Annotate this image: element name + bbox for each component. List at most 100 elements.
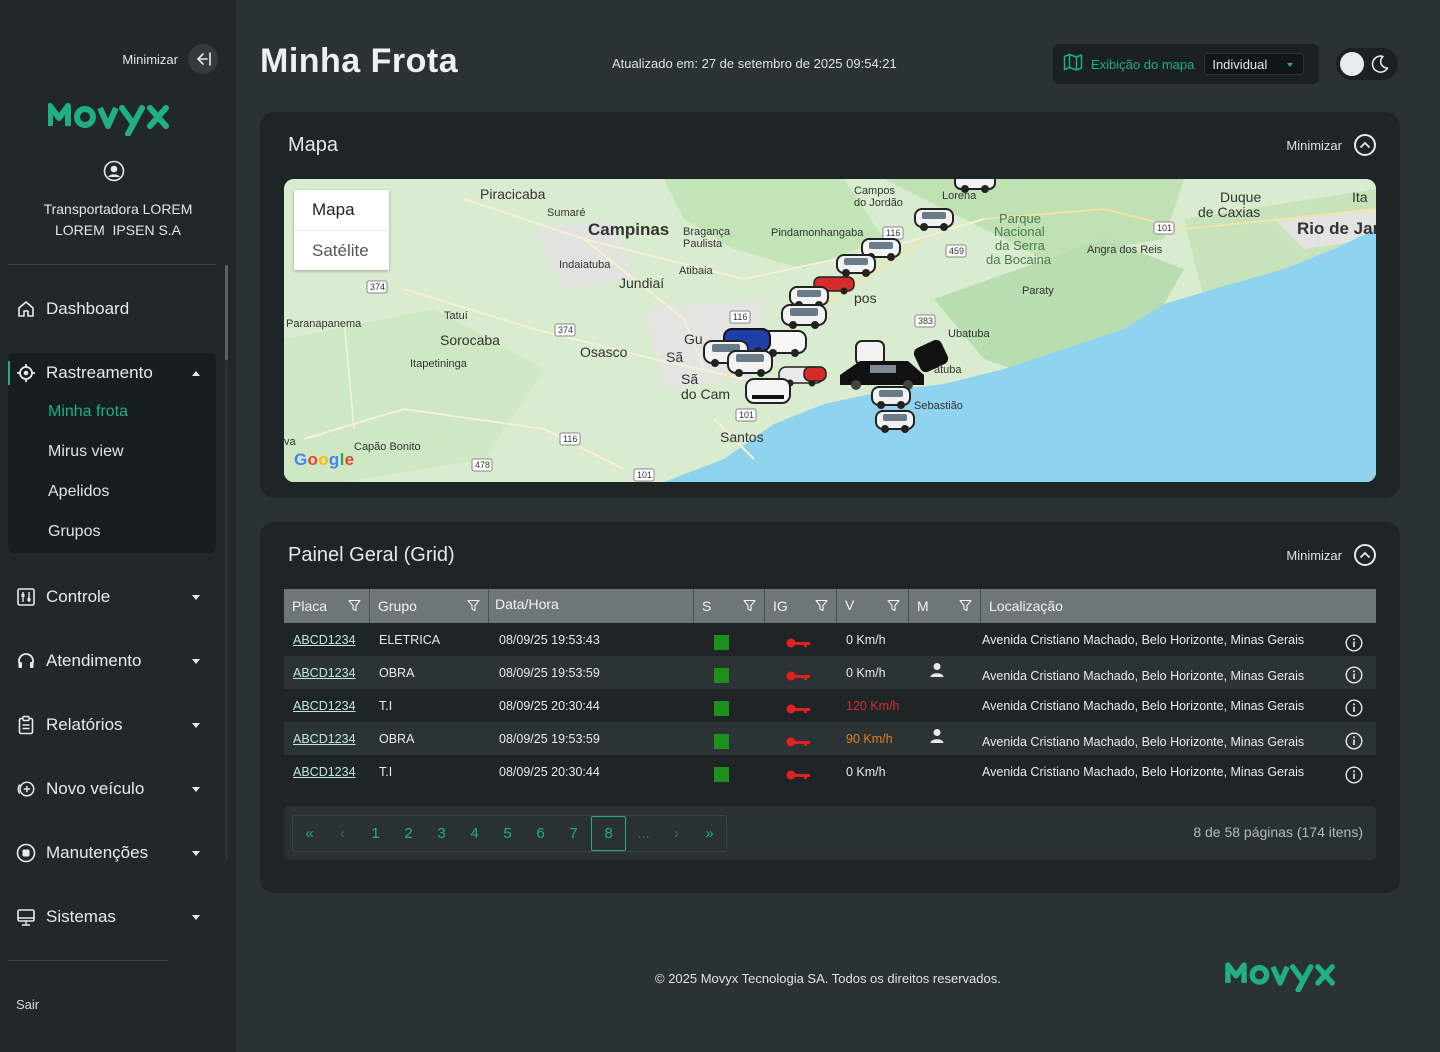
fleet-map[interactable]: Piracicaba Sumaré Campinas Bragança Paul… (284, 179, 1376, 482)
user-circle-icon[interactable] (103, 160, 125, 187)
nav-manutencoes[interactable]: Manutenções (16, 837, 208, 869)
footer-copyright: © 2025 Movyx Tecnologia SA. Todos os dir… (655, 971, 1001, 986)
info-icon[interactable] (1345, 724, 1363, 757)
nav-novo-veiculo[interactable]: Novo veículo (16, 773, 208, 805)
nav-sistemas[interactable]: Sistemas (16, 901, 208, 933)
table-row[interactable]: ABCD1234 T.I 08/09/25 20:30:44 0 Km/h Avenid… (284, 755, 1376, 788)
table-row[interactable]: ABCD1234 ELETRICA 08/09/25 19:53:43 0 Km/h A… (284, 623, 1376, 656)
road-478: 478 (475, 460, 490, 470)
table-row[interactable]: ABCD1234 T.I 08/09/25 20:30:44 120 Km/h Aven… (284, 689, 1376, 722)
map-label-pos: pos (854, 290, 877, 306)
sub-mirus-view[interactable]: Mirus view (48, 443, 124, 461)
map-label-ubatuba: Ubatuba (948, 328, 990, 340)
sidebar-minimize[interactable]: Minimizar (122, 44, 218, 74)
col-grupo[interactable]: Grupo (370, 589, 489, 623)
chevron-up-icon[interactable] (1354, 134, 1376, 156)
monitor-icon (16, 907, 36, 927)
plus-arrow-icon (16, 779, 36, 799)
sub-grupos[interactable]: Grupos (48, 523, 100, 541)
movyx-logo-mark (47, 103, 169, 137)
page-button[interactable]: 4 (458, 816, 491, 851)
filter-icon[interactable] (887, 599, 900, 615)
car-marker[interactable] (781, 304, 827, 329)
car-marker[interactable] (914, 208, 954, 231)
map-label-ita: Ita (1352, 189, 1368, 205)
filter-icon[interactable] (815, 599, 828, 615)
map-label-va: va (284, 436, 297, 448)
col-m[interactable]: M (909, 589, 981, 623)
target-icon (16, 363, 36, 383)
road-101-b: 101 (1157, 223, 1172, 233)
cell-localizacao: Avenida Cristiano Machado, Belo Horizont… (982, 632, 1305, 647)
nav-atendimento[interactable]: Atendimento (16, 645, 208, 677)
nav-controle[interactable]: Controle (16, 581, 208, 613)
col-placa[interactable]: Placa (284, 589, 370, 623)
col-ig[interactable]: IG (765, 589, 837, 623)
col-localizacao[interactable]: Localização (981, 589, 1376, 623)
map-type-map-button[interactable]: Mapa (294, 190, 389, 230)
car-marker[interactable] (727, 350, 773, 377)
filter-icon[interactable] (348, 599, 361, 615)
nav-dashboard[interactable]: Dashboard (16, 293, 208, 325)
grid-panel-minimize[interactable]: Minimizar (1286, 544, 1376, 566)
car-marker[interactable] (803, 366, 827, 382)
first-page-button[interactable]: « (293, 816, 326, 851)
page-button[interactable]: 7 (557, 816, 590, 851)
sidebar-scrollbar[interactable] (225, 265, 228, 360)
page-button[interactable]: 6 (524, 816, 557, 851)
chevron-up-icon[interactable] (1354, 544, 1376, 566)
info-icon[interactable] (1345, 691, 1363, 724)
car-marker[interactable] (875, 410, 915, 433)
next-page-button[interactable]: › (660, 816, 693, 851)
cell-placa[interactable]: ABCD1234 (293, 656, 356, 689)
car-marker[interactable] (836, 254, 876, 277)
last-page-button[interactable]: » (693, 816, 726, 851)
filter-icon[interactable] (959, 599, 972, 615)
car-marker[interactable] (745, 378, 791, 404)
collapse-left-icon[interactable] (188, 44, 218, 74)
nav-relatorios[interactable]: Relatórios (16, 709, 208, 741)
nav-relatorios-label: Relatórios (46, 715, 123, 734)
col-s[interactable]: S (694, 589, 765, 623)
prev-page-button[interactable]: ‹ (326, 816, 359, 851)
table-row[interactable]: ABCD1234 OBRA 08/09/25 19:53:59 0 Km/h Aveni… (284, 656, 1376, 689)
col-v[interactable]: V (837, 589, 909, 623)
cell-placa[interactable]: ABCD1234 (293, 722, 356, 755)
nav-sistemas-label: Sistemas (46, 907, 116, 926)
page-button-current[interactable]: 8 (591, 816, 626, 851)
cell-placa[interactable]: ABCD1234 (293, 689, 356, 722)
status-square-icon (714, 626, 729, 659)
car-marker[interactable] (871, 386, 911, 409)
sidebar: Minimizar Transportadora LOREM LOREM IPS… (0, 0, 236, 1052)
info-icon[interactable] (1345, 658, 1363, 691)
theme-toggle[interactable] (1336, 48, 1398, 80)
sidebar-minimize-label: Minimizar (122, 51, 178, 67)
map-label-atibaia: Atibaia (679, 265, 714, 277)
sub-apelidos[interactable]: Apelidos (48, 483, 109, 501)
cell-grupo: T.I (379, 764, 393, 779)
map-view-select[interactable]: Individual (1204, 53, 1305, 75)
map-type-satellite-button[interactable]: Satélite (294, 230, 389, 270)
map-label-sebastiao: Sebastião (914, 400, 963, 412)
info-icon[interactable] (1345, 758, 1363, 791)
logout-link[interactable]: Sair (16, 997, 39, 1012)
filter-icon[interactable] (467, 599, 480, 615)
table-row[interactable]: ABCD1234 OBRA 08/09/25 19:53:59 90 Km/h Aven… (284, 722, 1376, 755)
page-button[interactable]: 1 (359, 816, 392, 851)
cell-velocidade: 90 Km/h (846, 731, 893, 746)
info-icon[interactable] (1345, 626, 1363, 659)
page-button[interactable]: 5 (491, 816, 524, 851)
cell-localizacao: Avenida Cristiano Machado, Belo Horizont… (982, 734, 1305, 749)
map-canvas[interactable]: Piracicaba Sumaré Campinas Bragança Paul… (284, 179, 1376, 482)
filter-icon[interactable] (743, 599, 756, 615)
nav-rastreamento[interactable]: Rastreamento (16, 357, 208, 389)
page-button[interactable]: 3 (425, 816, 458, 851)
cell-placa[interactable]: ABCD1234 (293, 623, 356, 656)
cell-placa[interactable]: ABCD1234 (293, 755, 356, 788)
map-panel-minimize[interactable]: Minimizar (1286, 134, 1376, 156)
sub-minha-frota[interactable]: Minha frota (48, 403, 128, 421)
sidebar-divider-bottom (8, 960, 168, 961)
page-button[interactable]: 2 (392, 816, 425, 851)
col-data-hora[interactable]: Data/Hora (489, 589, 694, 623)
status-square-icon (714, 725, 729, 758)
